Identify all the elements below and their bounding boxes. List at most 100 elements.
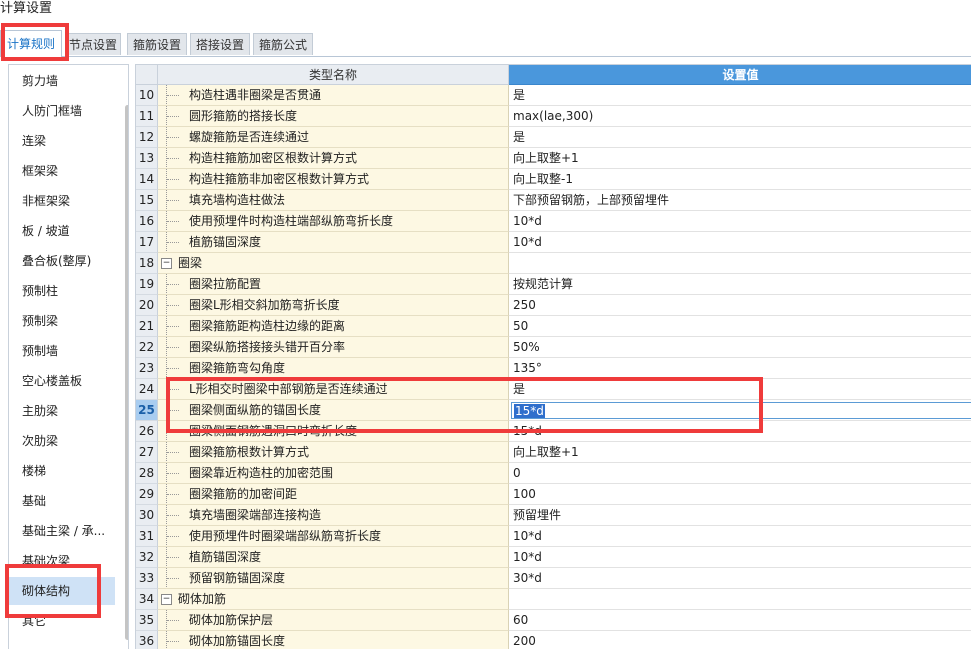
- table-row[interactable]: 19 圈梁拉筋配置 按规范计算: [136, 274, 971, 295]
- setting-value-cell[interactable]: 30*d: [509, 568, 971, 589]
- row-number[interactable]: 17: [136, 232, 158, 253]
- table-row[interactable]: 14 构造柱箍筋非加密区根数计算方式 向上取整-1: [136, 169, 971, 190]
- row-number[interactable]: 24: [136, 379, 158, 400]
- setting-value-cell[interactable]: 向上取整+1: [509, 442, 971, 463]
- table-row[interactable]: 23 圈梁箍筋弯勾角度 135°: [136, 358, 971, 379]
- setting-value-cell[interactable]: 0: [509, 463, 971, 484]
- table-row[interactable]: 32 植筋锚固深度 10*d: [136, 547, 971, 568]
- sidebar-scrollbar[interactable]: [125, 105, 128, 640]
- setting-value-cell[interactable]: 预留埋件: [509, 505, 971, 526]
- tab-node-settings[interactable]: 节点设置: [65, 33, 121, 55]
- tab-calc-rules[interactable]: 计算规则: [0, 30, 62, 57]
- table-row[interactable]: 26 圈梁侧面钢筋遇洞口时弯折长度 15*d: [136, 421, 971, 442]
- setting-value-cell[interactable]: 是: [509, 127, 971, 148]
- row-number[interactable]: 11: [136, 106, 158, 127]
- setting-value-cell[interactable]: [509, 589, 971, 610]
- table-row[interactable]: 17 植筋锚固深度 10*d: [136, 232, 971, 253]
- table-row[interactable]: 29 圈梁箍筋的加密间距 100: [136, 484, 971, 505]
- column-header-setting-value[interactable]: 设置值: [509, 65, 971, 85]
- setting-value-cell[interactable]: 50: [509, 316, 971, 337]
- setting-value-cell[interactable]: 10*d: [509, 211, 971, 232]
- setting-value-cell[interactable]: 是: [509, 85, 971, 106]
- tab-stirrup-formula[interactable]: 箍筋公式: [253, 33, 313, 55]
- sidebar-item-foundation[interactable]: 基础: [22, 488, 122, 514]
- sidebar-item-composite-slab[interactable]: 叠合板(整厚): [22, 248, 122, 274]
- setting-value-cell[interactable]: 按规范计算: [509, 274, 971, 295]
- table-row[interactable]: 11 圆形箍筋的搭接长度 max(lae,300): [136, 106, 971, 127]
- setting-value-cell[interactable]: 下部预留钢筋，上部预留埋件: [509, 190, 971, 211]
- table-row[interactable]: 24 L形相交时圈梁中部钢筋是否连续通过 是: [136, 379, 971, 400]
- table-group-row[interactable]: 18− 圈梁: [136, 253, 971, 274]
- sidebar-item-hollow-floor-slab[interactable]: 空心楼盖板: [22, 368, 122, 394]
- table-row[interactable]: 10 构造柱遇非圈梁是否贯通 是: [136, 85, 971, 106]
- tab-stirrup-settings[interactable]: 箍筋设置: [127, 33, 187, 55]
- table-group-row[interactable]: 34− 砌体加筋: [136, 589, 971, 610]
- column-header-type-name[interactable]: 类型名称: [158, 65, 509, 85]
- table-row[interactable]: 25 圈梁侧面纵筋的锚固长度 15*d: [136, 400, 971, 421]
- row-number[interactable]: 30: [136, 505, 158, 526]
- row-number[interactable]: 23: [136, 358, 158, 379]
- sidebar-item-secondary-rib-beam[interactable]: 次肋梁: [22, 428, 122, 454]
- row-number[interactable]: 18: [136, 253, 158, 274]
- row-number[interactable]: 29: [136, 484, 158, 505]
- table-row[interactable]: 13 构造柱箍筋加密区根数计算方式 向上取整+1: [136, 148, 971, 169]
- setting-value-cell[interactable]: 135°: [509, 358, 971, 379]
- sidebar-item-foundation-main-beam[interactable]: 基础主梁 / 承...: [22, 518, 122, 544]
- row-number[interactable]: 28: [136, 463, 158, 484]
- sidebar-item-foundation-secondary-beam[interactable]: 基础次梁: [22, 548, 122, 574]
- setting-value-cell[interactable]: 10*d: [509, 232, 971, 253]
- row-number[interactable]: 31: [136, 526, 158, 547]
- setting-value-cell[interactable]: 50%: [509, 337, 971, 358]
- row-number[interactable]: 33: [136, 568, 158, 589]
- setting-value-cell[interactable]: 250: [509, 295, 971, 316]
- setting-value-cell[interactable]: 是: [509, 379, 971, 400]
- setting-value-cell[interactable]: 60: [509, 610, 971, 631]
- setting-value-cell[interactable]: 向上取整+1: [509, 148, 971, 169]
- setting-value-cell[interactable]: 10*d: [509, 526, 971, 547]
- collapse-toggle-icon[interactable]: −: [161, 594, 172, 605]
- table-row[interactable]: 16 使用预埋件时构造柱端部纵筋弯折长度 10*d: [136, 211, 971, 232]
- row-number[interactable]: 16: [136, 211, 158, 232]
- table-row[interactable]: 33 预留钢筋锚固深度 30*d: [136, 568, 971, 589]
- setting-value-cell[interactable]: 100: [509, 484, 971, 505]
- component-type-list[interactable]: 剪力墙 人防门框墙 连梁 框架梁 非框架梁 板 / 坡道 叠合板(整厚) 预制柱…: [8, 64, 129, 649]
- sidebar-item-stairs[interactable]: 楼梯: [22, 458, 122, 484]
- sidebar-item-other[interactable]: 其它: [22, 608, 122, 634]
- sidebar-item-masonry-structure[interactable]: 砌体结构: [9, 577, 115, 605]
- sidebar-item-precast-column[interactable]: 预制柱: [22, 278, 122, 304]
- sidebar-item-main-rib-beam[interactable]: 主肋梁: [22, 398, 122, 424]
- setting-value-cell[interactable]: 向上取整-1: [509, 169, 971, 190]
- setting-value-editor[interactable]: 15*d: [511, 402, 971, 419]
- row-number[interactable]: 20: [136, 295, 158, 316]
- row-number[interactable]: 27: [136, 442, 158, 463]
- table-row[interactable]: 15 填充墙构造柱做法 下部预留钢筋，上部预留埋件: [136, 190, 971, 211]
- table-row[interactable]: 22 圈梁纵筋搭接接头错开百分率 50%: [136, 337, 971, 358]
- table-row[interactable]: 27 圈梁箍筋根数计算方式 向上取整+1: [136, 442, 971, 463]
- sidebar-item-precast-wall[interactable]: 预制墙: [22, 338, 122, 364]
- row-number[interactable]: 12: [136, 127, 158, 148]
- row-number[interactable]: 10: [136, 85, 158, 106]
- table-row[interactable]: 30 填充墙圈梁端部连接构造 预留埋件: [136, 505, 971, 526]
- setting-value-cell[interactable]: 15*d: [509, 421, 971, 442]
- sidebar-item-frame-beam[interactable]: 框架梁: [22, 158, 122, 184]
- row-number[interactable]: 25: [136, 400, 158, 421]
- sidebar-item-slab-ramp[interactable]: 板 / 坡道: [22, 218, 122, 244]
- row-number[interactable]: 35: [136, 610, 158, 631]
- sidebar-item-non-frame-beam[interactable]: 非框架梁: [22, 188, 122, 214]
- table-row[interactable]: 36 砌体加筋锚固长度 200: [136, 631, 971, 649]
- row-number[interactable]: 22: [136, 337, 158, 358]
- row-number[interactable]: 34: [136, 589, 158, 610]
- setting-value-cell[interactable]: max(lae,300): [509, 106, 971, 127]
- table-row[interactable]: 20 圈梁L形相交斜加筋弯折长度 250: [136, 295, 971, 316]
- row-number[interactable]: 13: [136, 148, 158, 169]
- sidebar-item-precast-beam[interactable]: 预制梁: [22, 308, 122, 334]
- selected-value-text[interactable]: 15*d: [514, 404, 545, 418]
- row-number[interactable]: 21: [136, 316, 158, 337]
- setting-value-cell[interactable]: 15*d: [509, 400, 971, 421]
- row-number[interactable]: 36: [136, 631, 158, 649]
- collapse-toggle-icon[interactable]: −: [161, 258, 172, 269]
- table-row[interactable]: 12 螺旋箍筋是否连续通过 是: [136, 127, 971, 148]
- setting-value-cell[interactable]: 200: [509, 631, 971, 649]
- table-row[interactable]: 21 圈梁箍筋距构造柱边缘的距离 50: [136, 316, 971, 337]
- table-row[interactable]: 31 使用预埋件时圈梁端部纵筋弯折长度 10*d: [136, 526, 971, 547]
